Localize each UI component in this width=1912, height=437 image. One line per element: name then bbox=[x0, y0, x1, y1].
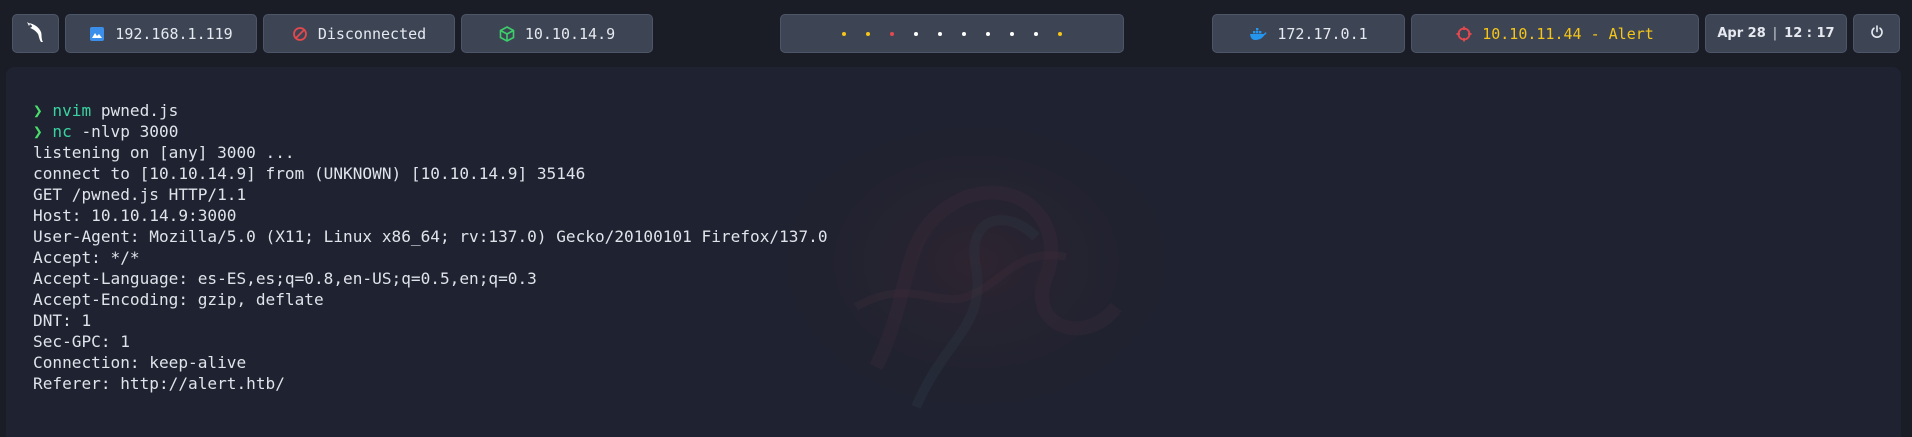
top-status-bar: 192.168.1.119 Disconnected 10.10.14.9 17… bbox=[0, 0, 1912, 66]
local-ip-widget[interactable]: 192.168.1.119 bbox=[65, 14, 257, 53]
kali-dragon-icon bbox=[26, 21, 46, 47]
terminal-line-7: User-Agent: Mozilla/5.0 (X11; Linux x86_… bbox=[33, 227, 828, 246]
terminal-line-8: Accept: */* bbox=[33, 248, 140, 267]
docker-ip-value: 172.17.0.1 bbox=[1277, 24, 1368, 43]
clock-date: Apr 28 bbox=[1717, 26, 1766, 41]
terminal-line-9: Accept-Language: es-ES,es;q=0.8,en-US;q=… bbox=[33, 269, 537, 288]
command-args: -nlvp 3000 bbox=[71, 122, 179, 141]
local-ip-value: 192.168.1.119 bbox=[115, 24, 233, 43]
prompt-symbol: ❯ bbox=[33, 101, 43, 120]
tun-ip-widget[interactable]: 10.10.14.9 bbox=[461, 14, 653, 53]
workspace-dot-1[interactable] bbox=[842, 31, 846, 36]
clock-widget[interactable]: Apr 28 | 12 : 17 bbox=[1705, 14, 1847, 53]
terminal-line-13: Connection: keep-alive bbox=[33, 353, 247, 372]
command-name: nvim bbox=[52, 101, 92, 120]
workspace-dot-5[interactable] bbox=[938, 31, 942, 36]
workspace-switcher[interactable] bbox=[780, 14, 1124, 53]
prompt-symbol: ❯ bbox=[33, 122, 43, 141]
disconnected-icon bbox=[292, 26, 308, 42]
target-widget[interactable]: 10.10.11.44 - Alert bbox=[1411, 14, 1699, 53]
power-icon bbox=[1870, 24, 1884, 43]
terminal-line-4: connect to [10.10.14.9] from (UNKNOWN) [… bbox=[33, 164, 586, 183]
workspace-dot-8[interactable] bbox=[1010, 31, 1014, 36]
command-args: pwned.js bbox=[91, 101, 179, 120]
terminal-output: ❯ nvim pwned.js ❯ nc -nlvp 3000 listenin… bbox=[33, 100, 828, 394]
vpn-status-value: Disconnected bbox=[317, 24, 427, 43]
terminal-line-5: GET /pwned.js HTTP/1.1 bbox=[33, 185, 247, 204]
terminal-line-11: DNT: 1 bbox=[33, 311, 92, 330]
wallpaper-swirl bbox=[776, 127, 1176, 427]
docker-whale-icon bbox=[1249, 27, 1267, 41]
launcher-button[interactable] bbox=[12, 14, 59, 53]
terminal-line-10: Accept-Encoding: gzip, deflate bbox=[33, 290, 324, 309]
target-icon bbox=[1456, 26, 1472, 42]
workspace-dot-9[interactable] bbox=[1034, 31, 1038, 36]
vpn-status-widget[interactable]: Disconnected bbox=[263, 14, 455, 53]
workspace-dot-3[interactable] bbox=[890, 31, 894, 36]
workspace-dot-7[interactable] bbox=[986, 31, 990, 36]
terminal-line-12: Sec-GPC: 1 bbox=[33, 332, 130, 351]
terminal-line-3: listening on [any] 3000 ... bbox=[33, 143, 295, 162]
terminal-line-14: Referer: http://alert.htb/ bbox=[33, 374, 285, 393]
monitor-icon bbox=[89, 26, 105, 42]
tun-ip-value: 10.10.14.9 bbox=[524, 24, 616, 43]
target-value: 10.10.11.44 - Alert bbox=[1482, 24, 1654, 43]
workspace-dot-10[interactable] bbox=[1058, 31, 1062, 36]
workspace-dot-2[interactable] bbox=[866, 31, 870, 36]
power-button[interactable] bbox=[1853, 14, 1900, 53]
cube-icon bbox=[499, 25, 515, 42]
terminal-line-2: ❯ nc -nlvp 3000 bbox=[33, 121, 828, 142]
workspace-dot-6[interactable] bbox=[962, 31, 966, 36]
workspace-dot-4[interactable] bbox=[914, 31, 918, 36]
terminal-line-6: Host: 10.10.14.9:3000 bbox=[33, 206, 237, 225]
terminal-window[interactable]: ❯ nvim pwned.js ❯ nc -nlvp 3000 listenin… bbox=[6, 67, 1901, 437]
docker-ip-widget[interactable]: 172.17.0.1 bbox=[1212, 14, 1405, 53]
clock-separator: | bbox=[1772, 26, 1778, 41]
command-name: nc bbox=[52, 122, 72, 141]
terminal-line-1: ❯ nvim pwned.js bbox=[33, 100, 828, 121]
clock-time: 12 : 17 bbox=[1784, 26, 1835, 41]
